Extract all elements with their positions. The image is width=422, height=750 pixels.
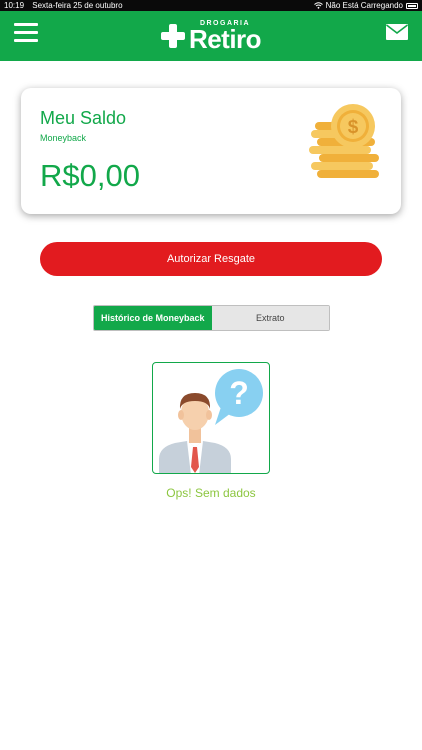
status-bar: 10:19 Sexta-feira 25 de outubro Não Está…	[0, 0, 422, 11]
status-bar-right: Não Está Carregando	[313, 0, 418, 11]
empty-state-illustration: ?	[152, 362, 270, 474]
status-bar-left: 10:19 Sexta-feira 25 de outubro	[4, 0, 129, 11]
svg-text:?: ?	[229, 375, 249, 411]
tab-moneyback-history[interactable]: Histórico de Moneyback	[94, 306, 212, 330]
header-bar: DROGARIA Retiro	[0, 11, 422, 61]
authorize-redeem-button[interactable]: Autorizar Resgate	[40, 242, 382, 276]
tab-statement[interactable]: Extrato	[211, 306, 329, 330]
coins-stack-icon: $	[309, 104, 379, 178]
balance-amount: R$0,00	[40, 158, 140, 193]
balance-card: Meu Saldo Moneyback R$0,00 $	[21, 88, 401, 214]
person-question-icon: ?	[159, 369, 263, 473]
empty-state-message: Ops! Sem dados	[166, 486, 256, 500]
brand-logo: DROGARIA Retiro	[160, 20, 262, 54]
svg-text:$: $	[348, 117, 359, 138]
envelope-icon[interactable]	[386, 24, 408, 40]
history-tabs: Histórico de Moneyback Extrato	[93, 305, 330, 331]
brand-name: Retiro	[188, 24, 262, 54]
balance-subtitle: Moneyback	[40, 133, 87, 143]
status-network: Não Está Carregando	[325, 1, 403, 10]
wifi-icon	[313, 2, 323, 9]
brand-words: DROGARIA Retiro	[188, 20, 262, 54]
status-time: 10:19	[4, 1, 25, 10]
hamburger-menu-icon[interactable]	[14, 23, 38, 42]
status-date: Sexta-feira 25 de outubro	[32, 1, 123, 10]
pharmacy-cross-icon	[160, 24, 185, 48]
battery-icon	[406, 2, 418, 9]
balance-title: Meu Saldo	[40, 108, 127, 128]
